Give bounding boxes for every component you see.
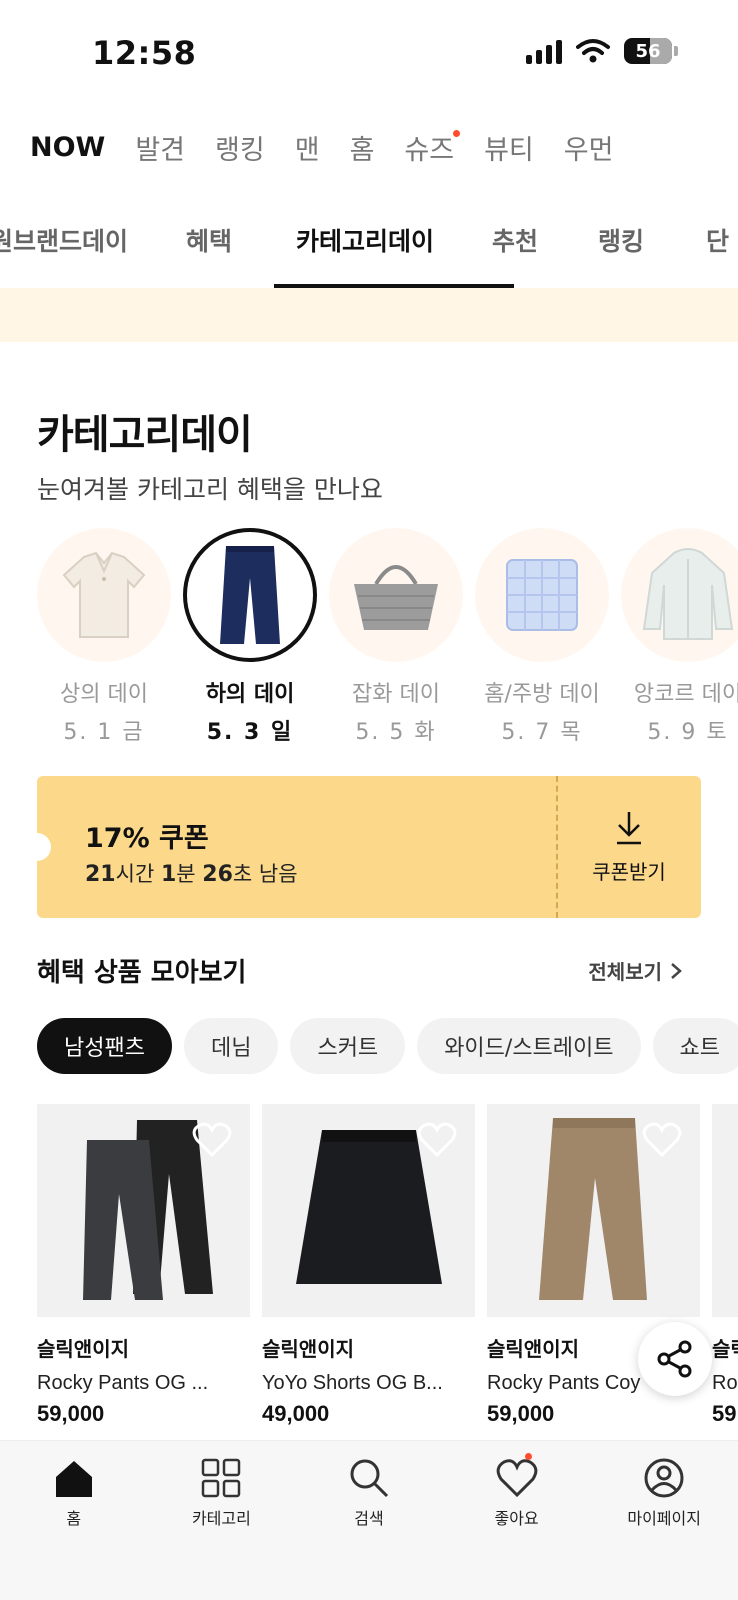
bottom-nav: 홈 카테고리 검색 좋아요 마이페이지 bbox=[0, 1440, 738, 1600]
benefit-section-title: 혜택 상품 모아보기 bbox=[37, 958, 247, 988]
day-date: 5. 1 금 bbox=[63, 720, 145, 745]
day-date: 5. 5 화 bbox=[355, 720, 437, 745]
nav-search[interactable]: 검색 bbox=[295, 1441, 443, 1600]
product-card[interactable]: 슬릭앤이지 Rocky Pants OG ... 59,000 bbox=[37, 1104, 250, 1427]
top-tabs: NOW 발견 랭킹 맨 홈 슈즈 뷰티 우먼 bbox=[30, 122, 643, 172]
product-card[interactable]: 슬릭앤이지 YoYo Shorts OG B... 49,000 bbox=[262, 1104, 475, 1427]
tab-beauty[interactable]: 뷰티 bbox=[484, 128, 534, 167]
tab-men[interactable]: 맨 bbox=[295, 128, 320, 167]
product-name: Ro bbox=[712, 1372, 738, 1394]
coupon-card: 17% 쿠폰 21시간 1분 26초 남음 쿠폰받기 bbox=[23, 776, 701, 918]
search-icon bbox=[350, 1459, 389, 1498]
day-label: 하의 데이 bbox=[205, 682, 295, 707]
product-name: YoYo Shorts OG B... bbox=[262, 1372, 443, 1394]
heart-icon[interactable] bbox=[192, 1122, 232, 1158]
pillow-image bbox=[475, 528, 609, 662]
tab-discover[interactable]: 발견 bbox=[135, 128, 185, 167]
product-image bbox=[712, 1104, 738, 1317]
new-dot bbox=[524, 1453, 532, 1460]
category-day-home-kitchen[interactable]: 홈/주방 데이 5. 7 목 bbox=[475, 528, 609, 746]
product-price: 59 bbox=[712, 1401, 737, 1426]
new-dot bbox=[453, 129, 461, 137]
heart-icon[interactable] bbox=[642, 1122, 682, 1158]
category-day-bottoms[interactable]: 하의 데이 5. 3 일 bbox=[183, 528, 317, 746]
coupon-download-button[interactable]: 쿠폰받기 bbox=[557, 776, 701, 918]
subtab-recommend[interactable]: 추천 bbox=[492, 208, 598, 288]
tab-now[interactable]: NOW bbox=[30, 132, 105, 163]
heart-icon[interactable] bbox=[417, 1122, 457, 1158]
product-image bbox=[37, 1104, 250, 1317]
battery-level: 56 bbox=[635, 40, 661, 62]
category-day-tops[interactable]: 상의 데이 5. 1 금 bbox=[37, 528, 171, 746]
filter-chips: 남성팬츠 데님 스커트 와이드/스트레이트 쇼트 bbox=[37, 1018, 738, 1074]
day-date: 5. 9 토 bbox=[647, 720, 729, 745]
battery-icon: 56 bbox=[624, 38, 672, 64]
day-date: 5. 7 목 bbox=[501, 720, 583, 745]
day-label: 홈/주방 데이 bbox=[484, 682, 600, 707]
product-list: 슬릭앤이지 Rocky Pants OG ... 59,000 슬릭앤이지 Yo… bbox=[37, 1104, 738, 1427]
shirt-image bbox=[37, 528, 171, 662]
product-name: Rocky Pants OG ... bbox=[37, 1372, 209, 1394]
day-label: 잡화 데이 bbox=[352, 682, 440, 707]
subtab-ranking[interactable]: 랭킹 bbox=[598, 208, 706, 288]
coupon-countdown: 21시간 1분 26초 남음 bbox=[85, 862, 298, 887]
heart-icon bbox=[496, 1459, 537, 1498]
page-subtitle: 눈여겨볼 카테고리 혜택을 만나요 bbox=[37, 475, 383, 504]
share-button[interactable] bbox=[638, 1322, 712, 1396]
nav-likes[interactable]: 좋아요 bbox=[443, 1441, 591, 1600]
jacket-image bbox=[621, 528, 738, 662]
chip-skirt[interactable]: 스커트 bbox=[290, 1018, 406, 1074]
status-bar: 12:58 56 bbox=[0, 0, 738, 100]
coupon-button-label: 쿠폰받기 bbox=[592, 859, 666, 884]
home-icon bbox=[55, 1461, 92, 1497]
category-icon bbox=[202, 1458, 241, 1498]
see-all-link[interactable]: 전체보기 bbox=[588, 956, 682, 985]
product-price: 49,000 bbox=[262, 1401, 330, 1426]
subtab-one-brand-day[interactable]: 원브랜드데이 bbox=[0, 208, 180, 288]
chip-men-pants[interactable]: 남성팬츠 bbox=[37, 1018, 172, 1074]
download-icon bbox=[617, 811, 641, 844]
category-day-encore[interactable]: 앙코르 데이 5. 9 토 bbox=[621, 528, 738, 746]
tab-women[interactable]: 우먼 bbox=[564, 128, 614, 167]
coupon-title: 17% 쿠폰 bbox=[85, 823, 209, 854]
wifi-icon bbox=[576, 39, 610, 63]
product-image bbox=[262, 1104, 475, 1317]
product-brand: 슬릭 bbox=[712, 1337, 738, 1361]
chevron-right-icon bbox=[671, 962, 682, 979]
category-day-accessories[interactable]: 잡화 데이 5. 5 화 bbox=[329, 528, 463, 746]
day-label: 상의 데이 bbox=[60, 682, 148, 707]
nav-category[interactable]: 카테고리 bbox=[148, 1441, 296, 1600]
day-date: 5. 3 일 bbox=[206, 720, 294, 745]
sub-tabs: 원브랜드데이 혜택 카테고리데이 추천 랭킹 단 bbox=[0, 208, 738, 288]
tab-home[interactable]: 홈 bbox=[350, 128, 375, 167]
chip-wide-straight[interactable]: 와이드/스트레이트 bbox=[417, 1018, 641, 1074]
status-time: 12:58 bbox=[92, 34, 197, 72]
chip-denim[interactable]: 데님 bbox=[183, 1018, 279, 1074]
day-label: 앙코르 데이 bbox=[633, 682, 738, 707]
product-image bbox=[487, 1104, 700, 1317]
page-title: 카테고리데이 bbox=[37, 412, 253, 458]
product-brand: 슬릭앤이지 bbox=[262, 1337, 354, 1361]
subtab-category-day[interactable]: 카테고리데이 bbox=[274, 208, 514, 288]
tab-shoes[interactable]: 슈즈 bbox=[404, 128, 461, 167]
product-price: 59,000 bbox=[37, 1401, 105, 1426]
status-icons: 56 bbox=[526, 38, 678, 64]
profile-icon bbox=[644, 1458, 684, 1498]
share-icon bbox=[657, 1340, 692, 1378]
chip-shorts[interactable]: 쇼트 bbox=[652, 1018, 738, 1074]
subtab-more[interactable]: 단 bbox=[706, 208, 738, 288]
signal-icon bbox=[526, 38, 562, 64]
nav-home[interactable]: 홈 bbox=[0, 1441, 148, 1600]
nav-mypage[interactable]: 마이페이지 bbox=[590, 1441, 738, 1600]
product-price: 59,000 bbox=[487, 1401, 555, 1426]
subtab-benefits[interactable]: 혜택 bbox=[186, 208, 296, 288]
pants-image bbox=[183, 528, 317, 662]
category-day-list: 상의 데이 5. 1 금 하의 데이 5. 3 일 잡화 데이 5. 5 화 홈… bbox=[37, 528, 738, 746]
product-card[interactable]: 슬릭 Ro 59 bbox=[712, 1104, 738, 1427]
promo-banner[interactable] bbox=[0, 288, 738, 342]
bag-image bbox=[329, 528, 463, 662]
tab-ranking[interactable]: 랭킹 bbox=[215, 128, 265, 167]
product-brand: 슬릭앤이지 bbox=[37, 1337, 129, 1361]
